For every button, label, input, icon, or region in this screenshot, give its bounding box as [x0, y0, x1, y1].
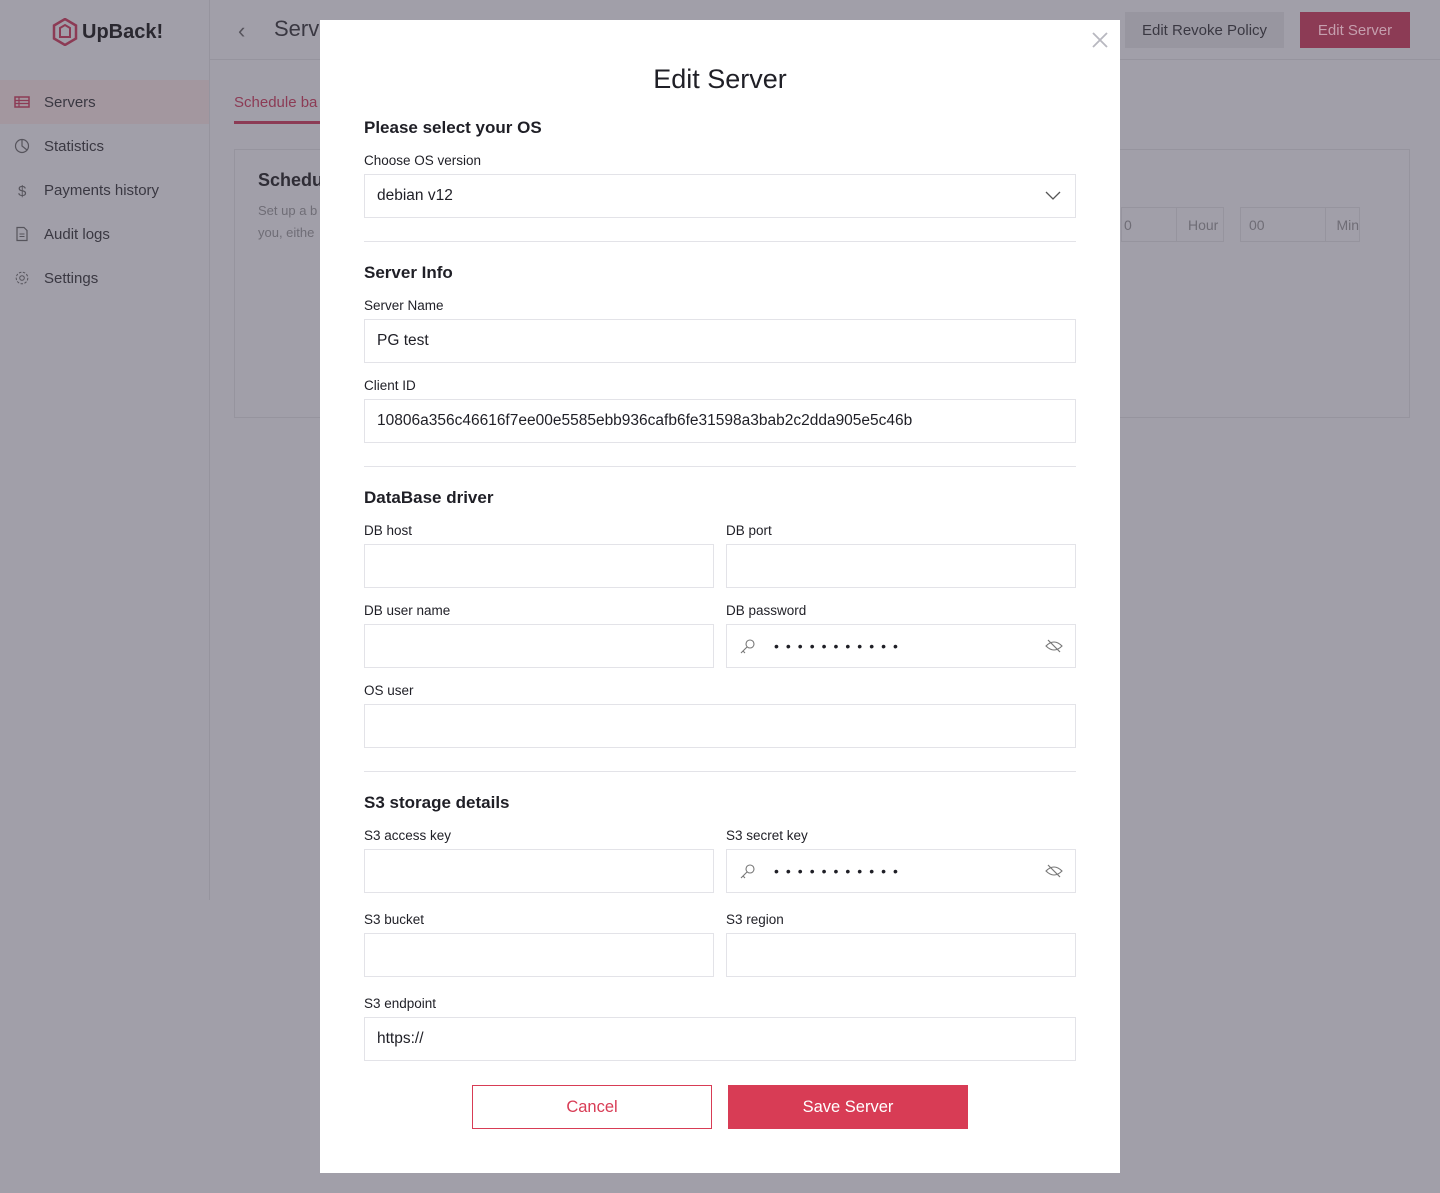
sidebar-item-label: Payments history — [44, 181, 160, 199]
client-id-input[interactable]: 10806a356c46616f7ee00e5585ebb936cafb6fe3… — [364, 399, 1076, 443]
db-user-name-input[interactable] — [364, 624, 714, 668]
sidebar-item-audit-logs[interactable]: Audit logs — [0, 212, 209, 256]
sidebar-item-label: Statistics — [44, 137, 105, 155]
key-icon — [740, 863, 755, 878]
sidebar: UpBack! Servers Statistics $ Payments his… — [0, 0, 210, 900]
app-name: UpBack! — [82, 20, 164, 43]
dollar-icon: $ — [18, 183, 27, 198]
db-port-label: DB port — [726, 523, 772, 538]
s3-secret-key-input[interactable]: ••••••••••• — [726, 849, 1076, 893]
sidebar-item-statistics[interactable]: Statistics — [0, 124, 209, 168]
gear-icon — [15, 271, 29, 285]
back-chevron-icon[interactable]: ‹ — [238, 18, 245, 44]
sidebar-item-servers[interactable]: Servers — [0, 80, 209, 124]
chevron-down-icon — [1045, 191, 1061, 200]
eye-off-icon[interactable] — [1045, 863, 1063, 879]
s3-region-label: S3 region — [726, 912, 784, 927]
os-user-input[interactable] — [364, 704, 1076, 748]
logo-icon — [52, 18, 78, 46]
close-icon[interactable] — [1090, 30, 1110, 50]
pie-chart-icon — [14, 138, 30, 154]
section-s3-storage: S3 storage details — [364, 793, 510, 812]
section-server-info: Server Info — [364, 263, 453, 282]
s3-secret-key-label: S3 secret key — [726, 828, 808, 843]
os-user-label: OS user — [364, 683, 414, 698]
save-server-button[interactable]: Save Server — [728, 1085, 968, 1129]
edit-revoke-policy-button[interactable]: Edit Revoke Policy — [1125, 12, 1284, 48]
eye-off-icon[interactable] — [1045, 638, 1063, 654]
hour-input[interactable]: 0 Hour — [1121, 207, 1224, 242]
divider — [364, 771, 1076, 772]
s3-endpoint-label: S3 endpoint — [364, 996, 437, 1011]
logo[interactable]: UpBack! — [52, 18, 163, 46]
sidebar-item-payments-history[interactable]: $ Payments history — [0, 168, 209, 212]
s3-endpoint-input[interactable]: https:// — [364, 1017, 1076, 1061]
cancel-button[interactable]: Cancel — [472, 1085, 712, 1129]
db-host-input[interactable] — [364, 544, 714, 588]
card-title: Schedu — [258, 170, 324, 190]
edit-server-button[interactable]: Edit Server — [1300, 12, 1410, 48]
s3-access-key-input[interactable] — [364, 849, 714, 893]
servers-icon — [14, 96, 30, 108]
tab-schedule-backup[interactable]: Schedule ba — [234, 94, 334, 124]
db-user-name-label: DB user name — [364, 603, 451, 618]
s3-access-key-label: S3 access key — [364, 828, 452, 843]
os-version-label: Choose OS version — [364, 153, 482, 168]
section-os: Please select your OS — [364, 118, 542, 137]
edit-server-modal: Edit Server Please select your OS Choose… — [320, 20, 1120, 1173]
divider — [364, 241, 1076, 242]
s3-bucket-input[interactable] — [364, 933, 714, 977]
s3-region-input[interactable] — [726, 933, 1076, 977]
key-icon — [740, 638, 755, 653]
db-port-input[interactable] — [726, 544, 1076, 588]
document-icon — [16, 226, 28, 242]
section-database-driver: DataBase driver — [364, 488, 494, 507]
svg-text:$: $ — [18, 183, 27, 198]
os-version-select[interactable]: debian v12 — [364, 174, 1076, 218]
sidebar-item-label: Settings — [44, 269, 99, 287]
server-name-input[interactable]: PG test — [364, 319, 1076, 363]
server-name-label: Server Name — [364, 298, 444, 313]
db-password-label: DB password — [726, 603, 807, 618]
client-id-label: Client ID — [364, 378, 416, 393]
sidebar-item-label: Audit logs — [44, 225, 110, 243]
sidebar-item-label: Servers — [44, 93, 96, 111]
minute-input[interactable]: 00 Min — [1240, 207, 1360, 242]
divider — [364, 466, 1076, 467]
page-title: Serv — [274, 16, 320, 41]
db-password-input[interactable]: ••••••••••• — [726, 624, 1076, 668]
sidebar-item-settings[interactable]: Settings — [0, 256, 209, 300]
db-host-label: DB host — [364, 523, 413, 538]
s3-bucket-label: S3 bucket — [364, 912, 425, 927]
modal-title: Edit Server — [653, 64, 787, 94]
